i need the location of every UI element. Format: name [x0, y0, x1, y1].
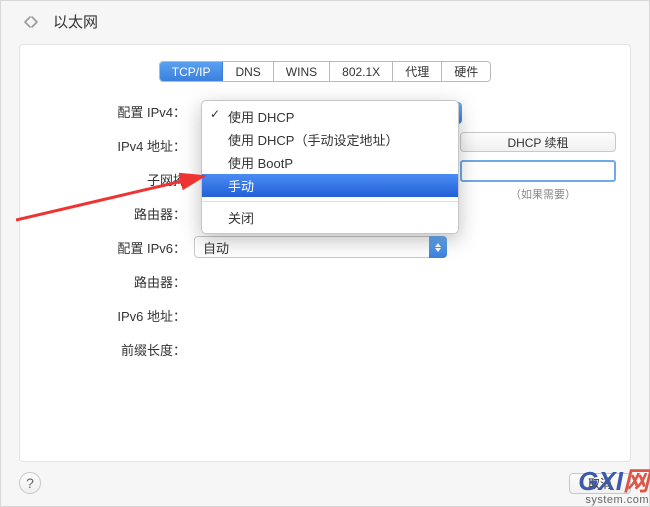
form-area: 配置 IPv4： IPv4 地址： 子网掩 路由器： 配置 IPv6： 自动 [34, 100, 616, 360]
dropdown-item-bootp[interactable]: 使用 BootP [202, 151, 458, 174]
tab-hardware[interactable]: 硬件 [442, 62, 490, 81]
watermark: GXI网 system.com [578, 468, 649, 506]
label-prefix-length: 前缀长度： [34, 340, 194, 359]
dropdown-item-off[interactable]: 关闭 [202, 206, 458, 229]
page-title: 以太网 [53, 11, 98, 32]
help-button[interactable]: ? [19, 472, 41, 494]
row-config-ipv6: 配置 IPv6： 自动 [34, 236, 616, 258]
dropdown-item-dhcp-manual[interactable]: 使用 DHCP（手动设定地址） [202, 128, 458, 151]
ipv6-config-select[interactable]: 自动 [194, 236, 447, 258]
tab-wins[interactable]: WINS [274, 62, 330, 81]
window-header: 以太网 [1, 1, 649, 44]
chevron-up-down-icon [429, 236, 447, 258]
network-settings-window: 以太网 TCP/IP DNS WINS 802.1X 代理 硬件 配置 IPv4… [0, 0, 650, 507]
tab-tcpip[interactable]: TCP/IP [160, 62, 224, 81]
tab-8021x[interactable]: 802.1X [330, 62, 393, 81]
label-config-ipv6: 配置 IPv6： [34, 238, 194, 257]
row-router-v6: 路由器： [34, 270, 616, 292]
ipv4-config-dropdown: 使用 DHCP 使用 DHCP（手动设定地址） 使用 BootP 手动 关闭 [201, 100, 459, 234]
label-router-v6: 路由器： [34, 272, 194, 291]
tab-bar: TCP/IP DNS WINS 802.1X 代理 硬件 [34, 61, 616, 82]
tab-dns[interactable]: DNS [223, 62, 273, 81]
back-icon[interactable] [19, 13, 43, 31]
dhcp-renew-button[interactable]: DHCP 续租 [460, 132, 616, 152]
label-ipv4-address: IPv4 地址： [34, 136, 194, 155]
tab-proxy[interactable]: 代理 [393, 62, 442, 81]
dropdown-item-dhcp[interactable]: 使用 DHCP [202, 105, 458, 128]
client-id-hint: （如果需要） [510, 186, 576, 202]
label-config-ipv4: 配置 IPv4： [34, 102, 194, 121]
dropdown-separator [202, 201, 458, 202]
help-icon: ? [26, 475, 34, 491]
tab-group: TCP/IP DNS WINS 802.1X 代理 硬件 [159, 61, 491, 82]
watermark-line2: system.com [578, 494, 649, 506]
row-prefix-length: 前缀长度： [34, 338, 616, 360]
label-router-v4: 路由器： [34, 204, 194, 223]
label-ipv6-address: IPv6 地址： [34, 306, 194, 325]
ipv6-config-value: 自动 [203, 238, 229, 257]
dhcp-client-id-input[interactable] [460, 160, 616, 182]
content-panel: TCP/IP DNS WINS 802.1X 代理 硬件 配置 IPv4： IP… [19, 44, 631, 462]
dropdown-item-manual[interactable]: 手动 [202, 174, 458, 197]
row-ipv6-address: IPv6 地址： [34, 304, 616, 326]
label-subnet: 子网掩 [34, 170, 194, 189]
watermark-line1: GXI网 [578, 468, 649, 494]
footer: ? 取消 [19, 472, 631, 494]
